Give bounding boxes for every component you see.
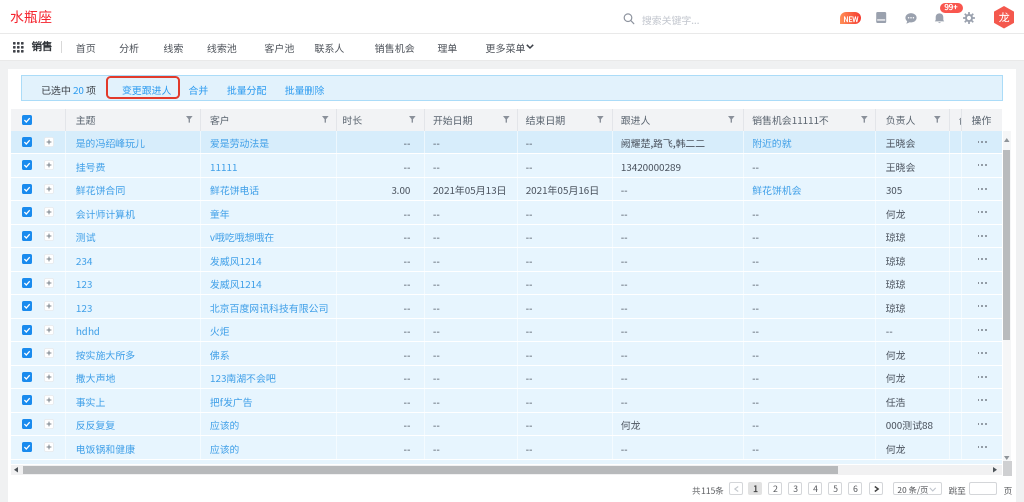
svg-text:龙: 龙	[998, 9, 1009, 25]
